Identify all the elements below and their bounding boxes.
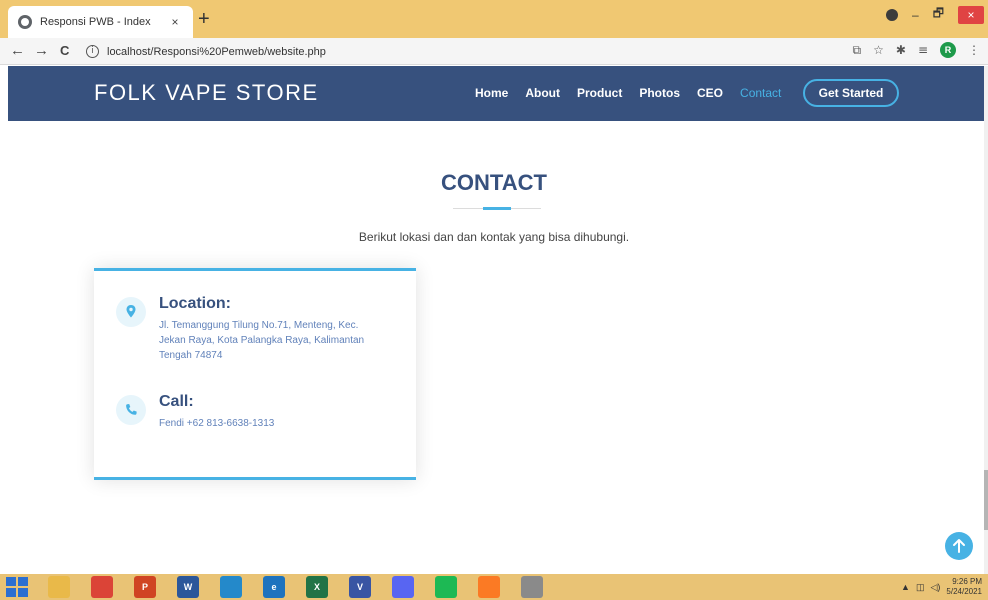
- chrome-icon[interactable]: [91, 576, 113, 598]
- phone-icon: [116, 395, 146, 425]
- extensions-puzzle-icon[interactable]: ✱: [896, 43, 906, 57]
- map-pin-icon: [116, 297, 146, 327]
- arrow-up-icon: [953, 539, 965, 553]
- close-window-button[interactable]: ×: [958, 5, 984, 24]
- site-header: FOLK VAPE STORE Home About Product Photo…: [8, 66, 988, 121]
- network-app-icon[interactable]: [521, 576, 543, 598]
- back-to-top-button[interactable]: [945, 532, 973, 560]
- tab-title: Responsi PWB - Index: [40, 16, 151, 28]
- windows-start-icon[interactable]: [6, 577, 28, 597]
- section-description: Berikut lokasi dan dan kontak yang bisa …: [358, 230, 630, 244]
- more-menu-icon[interactable]: ⋮: [968, 43, 980, 57]
- nav-about[interactable]: About: [525, 86, 560, 100]
- browser-profile-icon[interactable]: [886, 8, 899, 21]
- spotify-icon[interactable]: [435, 576, 457, 598]
- tab-close-icon[interactable]: ×: [167, 15, 183, 29]
- forward-button[interactable]: →: [34, 41, 49, 61]
- xampp-icon[interactable]: [478, 576, 500, 598]
- excel-label: X: [313, 582, 320, 592]
- edge-label: e: [271, 582, 277, 592]
- excel-icon[interactable]: X: [306, 576, 328, 598]
- powerpoint-label: P: [141, 582, 148, 592]
- nav-contact[interactable]: Contact: [740, 86, 781, 100]
- nav-photos[interactable]: Photos: [639, 86, 680, 100]
- call-phone-number: Fendi +62 813-6638-1313: [159, 418, 275, 429]
- nav-ceo[interactable]: CEO: [697, 86, 723, 100]
- site-logo[interactable]: FOLK VAPE STORE: [94, 80, 319, 106]
- system-tray: ▲ ◫ ◁) 9:26 PM 5/24/2021: [901, 576, 982, 598]
- globe-icon: [18, 15, 32, 29]
- window-controls: – 🗗 ×: [886, 4, 984, 25]
- visio-label: V: [356, 582, 363, 592]
- vscode-icon[interactable]: [220, 576, 242, 598]
- translate-icon[interactable]: ⧉: [853, 43, 862, 58]
- minimize-button[interactable]: –: [912, 8, 919, 22]
- location-address: Jl. Temanggung Tilung No.71, Menteng, Ke…: [159, 320, 365, 361]
- star-icon[interactable]: ☆: [873, 43, 884, 57]
- reload-button[interactable]: C: [60, 41, 69, 61]
- browser-tab-bar: Responsi PWB - Index × + – 🗗 ×: [0, 0, 988, 38]
- new-tab-button[interactable]: +: [198, 9, 210, 29]
- reading-list-icon[interactable]: ≡: [918, 43, 928, 57]
- section-title: CONTACT: [441, 170, 547, 195]
- address-bar: ← → C i localhost/Responsi%20Pemweb/webs…: [0, 38, 988, 65]
- scrollbar-thumb[interactable]: [984, 470, 988, 530]
- network-icon[interactable]: ◫: [916, 582, 925, 593]
- extension-icons: ⧉ ☆ ✱ ≡ R ⋮: [853, 42, 980, 58]
- get-started-button[interactable]: Get Started: [803, 79, 899, 107]
- nav-home[interactable]: Home: [475, 86, 508, 100]
- tray-chevron-icon[interactable]: ▲: [901, 582, 910, 592]
- word-icon[interactable]: W: [177, 576, 199, 598]
- restore-button[interactable]: 🗗: [933, 4, 944, 25]
- location-heading: Location:: [159, 295, 231, 312]
- volume-icon[interactable]: ◁): [930, 582, 940, 593]
- call-heading: Call:: [159, 393, 194, 410]
- site-info-icon[interactable]: i: [86, 45, 99, 58]
- powerpoint-icon[interactable]: P: [134, 576, 156, 598]
- windows-taskbar: P We X V ▲ ◫ ◁) 9:26 PM 5/24/2021: [0, 574, 988, 600]
- edge-icon[interactable]: e: [263, 576, 285, 598]
- discord-icon[interactable]: [392, 576, 414, 598]
- url-text[interactable]: localhost/Responsi%20Pemweb/website.php: [107, 46, 326, 58]
- nav-product[interactable]: Product: [577, 86, 622, 100]
- word-label: W: [183, 582, 193, 592]
- visio-icon[interactable]: V: [349, 576, 371, 598]
- system-clock[interactable]: 9:26 PM 5/24/2021: [946, 577, 982, 597]
- browser-tab[interactable]: Responsi PWB - Index ×: [8, 6, 193, 38]
- clock-time: 9:26 PM: [952, 577, 982, 586]
- file-explorer-icon[interactable]: [48, 576, 70, 598]
- clock-date: 5/24/2021: [946, 587, 982, 596]
- profile-avatar[interactable]: R: [940, 42, 956, 58]
- title-divider-accent: [483, 207, 511, 210]
- contact-info-card: Location: Jl. Temanggung Tilung No.71, M…: [94, 268, 416, 480]
- back-button[interactable]: ←: [10, 41, 25, 61]
- main-nav: Home About Product Photos CEO Contact: [475, 86, 781, 100]
- omnibox[interactable]: i localhost/Responsi%20Pemweb/website.ph…: [86, 41, 886, 62]
